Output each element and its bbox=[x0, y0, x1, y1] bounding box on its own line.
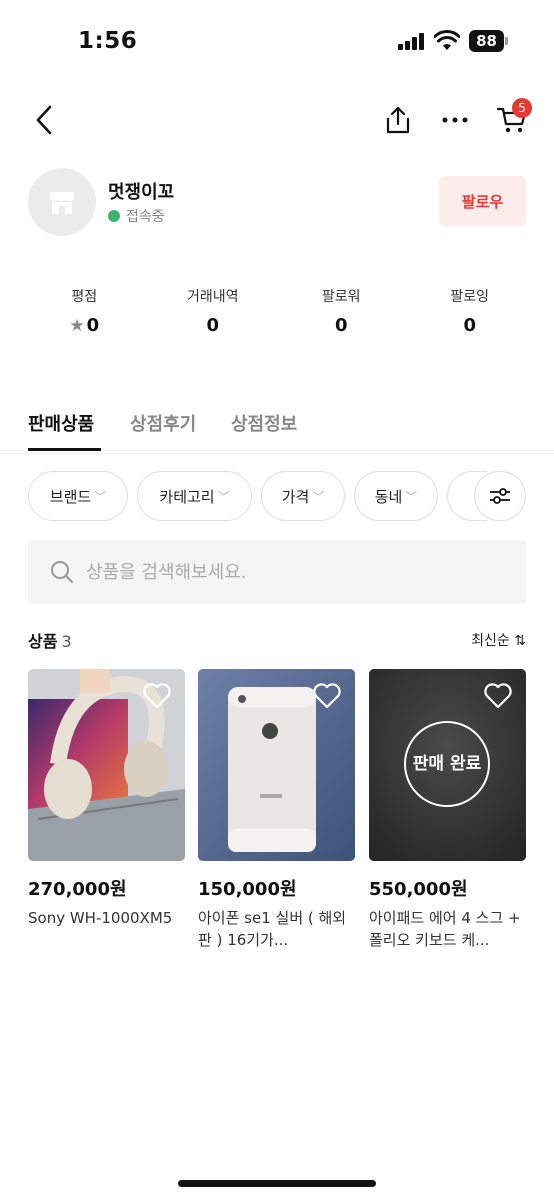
battery-icon: 88 bbox=[469, 30, 509, 52]
chevron-down-icon: ﹀ bbox=[312, 489, 325, 504]
more-options-button[interactable] bbox=[435, 100, 475, 140]
products-header: 상품 3 최신순 ⇅ bbox=[28, 628, 526, 654]
status-time: 1:56 bbox=[78, 28, 138, 54]
follow-button[interactable]: 팔로우 bbox=[439, 176, 526, 226]
active-tab-indicator bbox=[28, 448, 101, 451]
product-title: 아이패드 에어 4 스그 + 폴리오 키보드 케... bbox=[369, 909, 521, 949]
battery-level: 88 bbox=[469, 30, 504, 52]
shop-profile: 멋쟁이꼬 접속중 팔로우 bbox=[0, 166, 554, 246]
sold-out-badge: 판매 완료 bbox=[404, 721, 490, 807]
share-button[interactable] bbox=[378, 100, 418, 140]
tab-shop-info[interactable]: 상점정보 bbox=[231, 410, 297, 436]
filter-category[interactable]: 카테고리 ﹀ bbox=[137, 471, 252, 521]
cart-count-badge: 5 bbox=[512, 98, 532, 118]
status-bar: 1:56 88 bbox=[0, 0, 554, 80]
product-price: 550,000원 bbox=[369, 879, 468, 900]
tab-products[interactable]: 판매상품 bbox=[28, 410, 94, 436]
sort-label: 최신순 bbox=[471, 633, 510, 649]
stat-value: 0 bbox=[86, 315, 100, 336]
product-price: 270,000원 bbox=[28, 879, 127, 900]
shop-tabs: 판매상품 상점후기 상점정보 bbox=[0, 400, 554, 454]
product-card[interactable]: 270,000원 Sony WH-1000XM5 bbox=[28, 669, 185, 951]
stat-following[interactable]: 팔로잉 0 bbox=[406, 286, 535, 346]
product-search bbox=[28, 540, 526, 604]
cart-button[interactable]: 5 bbox=[492, 98, 532, 140]
share-icon bbox=[386, 106, 410, 134]
heart-icon[interactable] bbox=[484, 683, 512, 709]
wifi-icon bbox=[434, 30, 460, 50]
shop-name: 멋쟁이꼬 bbox=[108, 182, 175, 203]
stat-value: 0 bbox=[334, 315, 348, 336]
more-dots-icon bbox=[442, 117, 468, 123]
stat-label: 거래내역 bbox=[186, 289, 239, 305]
star-icon: ★ bbox=[69, 315, 85, 336]
product-image bbox=[28, 669, 185, 861]
filter-label: 가격 bbox=[281, 487, 310, 506]
filter-bar: 브랜드 ﹀ 카테고리 ﹀ 가격 ﹀ 동네 ﹀ bbox=[0, 470, 554, 522]
stat-label: 팔로잉 bbox=[450, 289, 490, 305]
product-image: 판매 완료 bbox=[369, 669, 526, 861]
shop-avatar[interactable] bbox=[28, 168, 96, 236]
chevron-down-icon: ﹀ bbox=[217, 489, 230, 504]
stat-label: 평점 bbox=[71, 289, 98, 305]
chevron-down-icon: ﹀ bbox=[405, 489, 418, 504]
search-input[interactable] bbox=[86, 561, 486, 583]
product-title: 아이폰 se1 실버 ( 해외판 ) 16기가... bbox=[198, 909, 347, 949]
top-nav: 5 bbox=[0, 92, 554, 148]
products-label: 상품 bbox=[28, 632, 58, 651]
filter-label: 동네 bbox=[374, 487, 403, 506]
filter-label: 브랜드 bbox=[49, 487, 92, 506]
heart-icon[interactable] bbox=[143, 683, 171, 709]
product-card[interactable]: 150,000원 아이폰 se1 실버 ( 해외판 ) 16기가... bbox=[198, 669, 355, 951]
back-button[interactable] bbox=[24, 100, 64, 140]
chevron-left-icon bbox=[36, 105, 52, 135]
online-dot-icon bbox=[108, 210, 120, 222]
stat-label: 팔로워 bbox=[321, 289, 361, 305]
home-indicator bbox=[178, 1180, 376, 1187]
product-price: 150,000원 bbox=[198, 879, 297, 900]
stat-rating[interactable]: 평점 ★ 0 bbox=[20, 286, 149, 346]
sort-button[interactable]: 최신순 ⇅ bbox=[471, 630, 526, 650]
stat-value: 0 bbox=[463, 315, 477, 336]
filter-price[interactable]: 가격 ﹀ bbox=[261, 471, 345, 521]
product-title: Sony WH-1000XM5 bbox=[28, 909, 173, 927]
stat-followers[interactable]: 팔로워 0 bbox=[277, 286, 406, 346]
filter-neighborhood[interactable]: 동네 ﹀ bbox=[354, 471, 438, 521]
stat-value: 0 bbox=[206, 315, 220, 336]
filter-label: 카테고리 bbox=[159, 487, 215, 506]
cellular-signal-icon bbox=[398, 33, 426, 50]
search-icon bbox=[51, 561, 73, 583]
shop-stats: 평점 ★ 0 거래내역 0 팔로워 0 팔로잉 0 bbox=[20, 286, 534, 346]
sort-arrows-icon: ⇅ bbox=[514, 633, 526, 649]
heart-icon[interactable] bbox=[313, 683, 341, 709]
products-count: 3 bbox=[61, 632, 72, 651]
filter-settings-button[interactable] bbox=[474, 471, 526, 521]
product-image bbox=[198, 669, 355, 861]
product-card[interactable]: 판매 완료 550,000원 아이패드 에어 4 스그 + 폴리오 키보드 케.… bbox=[369, 669, 526, 951]
tab-reviews[interactable]: 상점후기 bbox=[130, 410, 196, 436]
store-icon bbox=[50, 192, 74, 214]
online-status-label: 접속중 bbox=[126, 209, 165, 225]
chevron-down-icon: ﹀ bbox=[94, 489, 107, 504]
filter-brand[interactable]: 브랜드 ﹀ bbox=[28, 471, 128, 521]
sliders-icon bbox=[490, 488, 510, 504]
stat-transactions[interactable]: 거래내역 0 bbox=[149, 286, 278, 346]
online-status: 접속중 bbox=[108, 206, 165, 226]
